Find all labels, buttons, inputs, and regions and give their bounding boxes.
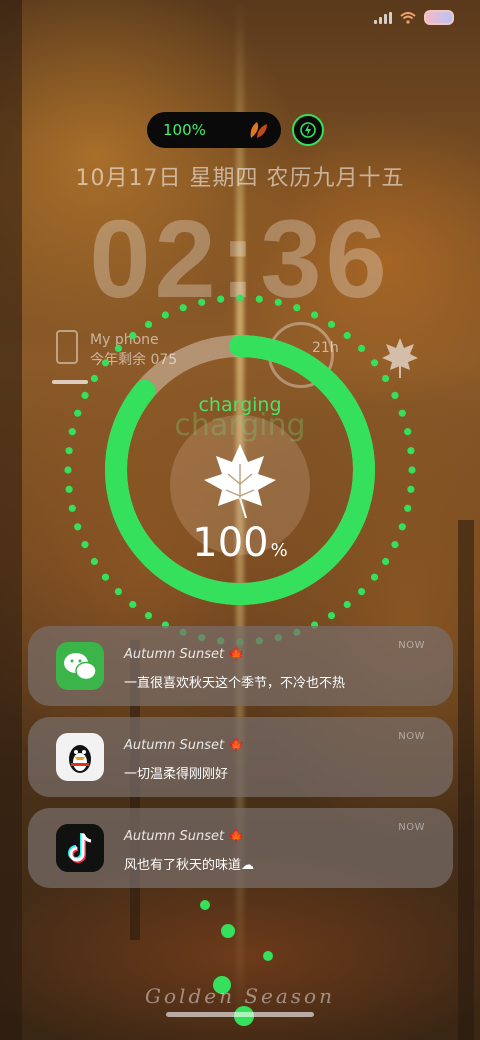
battery-icon [424, 10, 454, 25]
ring-dot [370, 359, 379, 367]
notification-time: NOW [398, 731, 425, 742]
tiktok-icon [56, 824, 104, 872]
notification-message: 一直很喜欢秋天这个季节，不冷也不热 [124, 676, 346, 691]
ring-dot [358, 344, 366, 352]
ring-dot [236, 294, 244, 302]
ring-dot [114, 588, 122, 596]
decor-dot [263, 951, 273, 961]
battery-pill[interactable]: 100% [147, 112, 281, 148]
ring-dot [179, 304, 187, 312]
ring-dot [358, 588, 366, 596]
ring-dot [255, 295, 263, 303]
signal-icon [374, 11, 392, 24]
wifi-icon [400, 11, 416, 24]
ring-dot [129, 600, 137, 609]
notification-message: 一切温柔得刚刚好 [124, 767, 229, 782]
status-bar [374, 10, 454, 25]
ring-dot [114, 344, 122, 352]
notification-title: Autumn Sunset 🍁 [124, 738, 245, 753]
ring-dot [64, 466, 72, 474]
battery-percent: 100% [163, 121, 206, 139]
ring-dot [274, 298, 282, 306]
ring-dot [144, 320, 153, 328]
ring-dot [198, 298, 206, 306]
ring-dot [293, 304, 301, 312]
ring-dot [382, 374, 390, 383]
ring-dot [144, 612, 153, 620]
ring-dot [408, 466, 416, 474]
tree-trunk-right [458, 520, 474, 1040]
notification-message: 风也有了秋天的味道☁ [124, 858, 255, 873]
ring-dot [370, 573, 379, 581]
ring-dot [327, 320, 336, 328]
date-line: 10月17日 星期四 农历九月十五 [75, 166, 405, 191]
wechat-icon [56, 642, 104, 690]
ring-dot [217, 295, 225, 303]
signature: Golden Season [145, 984, 335, 1008]
ring-dot [65, 485, 73, 493]
ring-dot [161, 311, 169, 319]
autumn-leaves-icon [250, 122, 267, 138]
notification-time: NOW [398, 822, 425, 833]
notification-wechat[interactable]: Autumn Sunset 🍁 一直很喜欢秋天这个季节，不冷也不热 NOW [28, 626, 453, 706]
ring-dot [343, 331, 351, 340]
ring-dot [101, 573, 110, 581]
ring-dot [65, 447, 73, 455]
notification-time: NOW [398, 640, 425, 651]
ring-dot [343, 600, 351, 609]
charging-label: charging [198, 394, 282, 416]
home-indicator[interactable] [166, 1012, 314, 1017]
ring-dot [311, 311, 319, 319]
charging-ring-widget [64, 294, 416, 646]
ring-dot [407, 447, 415, 455]
charging-percent-sign: % [270, 540, 288, 561]
notification-title: Autumn Sunset 🍁 [124, 829, 245, 844]
ring-dot [101, 359, 110, 367]
ring-dot [407, 485, 415, 493]
ring-dot [68, 504, 76, 512]
charging-bolt-button[interactable] [292, 114, 324, 146]
ring-dot [129, 331, 137, 340]
notification-qq[interactable]: Autumn Sunset 🍁 一切温柔得刚刚好 NOW [28, 717, 453, 797]
decor-dot [200, 900, 210, 910]
decor-dot [221, 924, 235, 938]
qq-penguin-icon [56, 733, 104, 781]
lightning-bolt-icon [300, 122, 316, 138]
ring-dot [90, 374, 98, 383]
charging-percent-value: 100 [192, 520, 269, 566]
charging-percent: 100% [0, 520, 480, 566]
notification-title: Autumn Sunset 🍁 [124, 647, 245, 662]
ring-dot [404, 504, 412, 512]
ring-dot [327, 612, 336, 620]
notification-tiktok[interactable]: Autumn Sunset 🍁 风也有了秋天的味道☁ NOW [28, 808, 453, 888]
